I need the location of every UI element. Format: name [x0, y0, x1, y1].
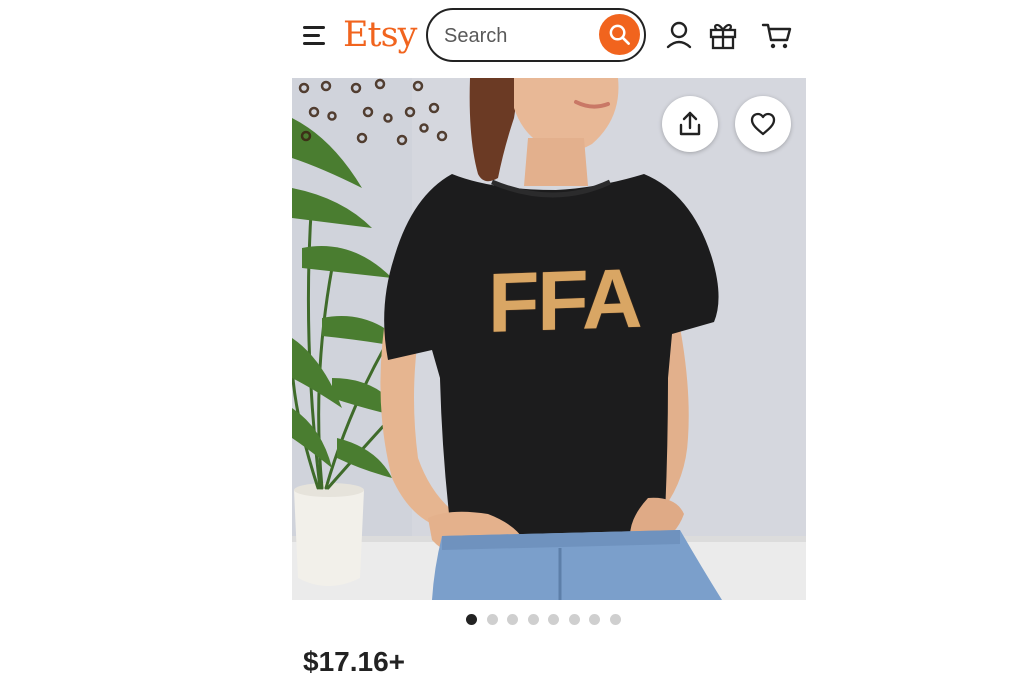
site-header: Etsy: [292, 0, 806, 78]
etsy-logo[interactable]: Etsy: [343, 13, 417, 57]
gift-button[interactable]: [706, 18, 740, 52]
account-button[interactable]: [662, 18, 696, 52]
carousel-dot[interactable]: [568, 614, 580, 625]
share-icon: [679, 111, 701, 136]
carousel-dot[interactable]: [527, 614, 539, 625]
share-button[interactable]: [662, 96, 718, 152]
account-icon: [666, 21, 692, 49]
hamburger-line: [303, 34, 320, 37]
hamburger-menu-icon: [303, 26, 325, 29]
carousel-dot[interactable]: [486, 614, 498, 625]
search-bar: [426, 8, 646, 62]
carousel-dot[interactable]: [548, 614, 559, 625]
gift-icon: [709, 23, 737, 50]
shirt-print-text: FFA: [488, 250, 641, 351]
product-price: $17.16+: [303, 646, 405, 677]
menu-button[interactable]: [300, 22, 330, 50]
search-input[interactable]: [442, 22, 596, 50]
search-icon: [609, 24, 630, 45]
carousel-dot[interactable]: [466, 614, 477, 625]
carousel-dot[interactable]: [609, 614, 621, 625]
heart-icon: [750, 112, 776, 136]
cart-button[interactable]: [760, 18, 794, 52]
carousel-dot[interactable]: [589, 614, 600, 625]
favorite-button[interactable]: [735, 96, 791, 152]
cart-icon: [761, 23, 792, 49]
hamburger-line: [303, 42, 325, 45]
carousel-dots: [466, 614, 621, 626]
search-button[interactable]: [599, 14, 640, 55]
carousel-dot[interactable]: [507, 614, 518, 625]
product-image[interactable]: FFA: [292, 78, 806, 600]
